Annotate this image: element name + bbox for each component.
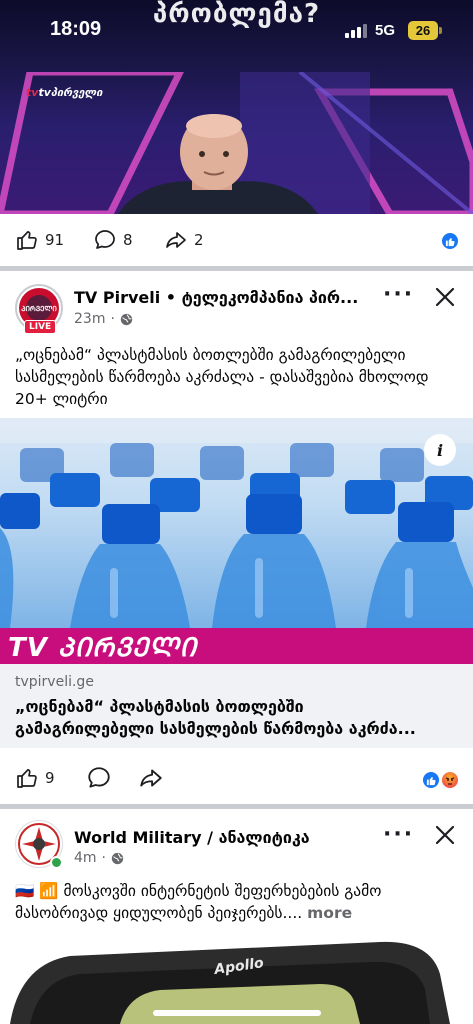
share-count: 2 xyxy=(194,231,204,249)
post-text[interactable]: 🇷🇺 📶 მოსკოვში ინტერნეტის შეფერხებების გა… xyxy=(15,880,460,924)
post-text-line-1: 🇷🇺 📶 მოსკოვში ინტერნეტის შეფერხებების გა… xyxy=(15,882,382,900)
signal-icon xyxy=(345,24,367,38)
comment-icon xyxy=(88,767,110,788)
live-badge: LIVE xyxy=(24,320,57,334)
thumbs-up-icon xyxy=(17,231,37,250)
ad-info-button[interactable]: i xyxy=(424,434,456,466)
post-time[interactable]: 4m xyxy=(74,850,97,866)
channel-watermark: tvtvპირველი xyxy=(26,86,103,99)
globe-icon xyxy=(111,852,124,864)
previous-post-action-bar: 91 8 2 xyxy=(0,214,473,266)
link-domain: tvpirveli.ge xyxy=(15,674,94,690)
link-preview[interactable]: tvpirveli.ge „ოცნებამ“ პლასტმასის ბოთლებ… xyxy=(0,664,473,748)
link-preview-image[interactable] xyxy=(0,418,473,628)
water-bottles-image xyxy=(0,418,473,628)
thumbs-up-icon xyxy=(17,769,37,788)
comment-button[interactable]: 8 xyxy=(93,228,133,252)
brand-band: TV ᲞᲘᲠᲕᲔᲚᲘ xyxy=(0,628,473,664)
meta-separator: · xyxy=(110,311,115,327)
angry-reaction-icon[interactable] xyxy=(440,770,460,790)
comment-button[interactable] xyxy=(86,765,112,791)
comment-icon xyxy=(95,230,115,249)
battery-tip xyxy=(439,27,442,34)
share-button[interactable] xyxy=(138,765,164,791)
clock: 18:09 xyxy=(50,18,102,40)
post-meta: 23m · xyxy=(74,311,133,327)
like-button[interactable]: 91 xyxy=(15,228,64,252)
globe-icon xyxy=(120,313,133,325)
share-button[interactable]: 2 xyxy=(164,228,204,252)
post-action-bar: 9 xyxy=(0,752,473,804)
more-options-button[interactable]: ··· xyxy=(383,282,414,307)
comment-count: 8 xyxy=(123,231,133,249)
online-status-dot xyxy=(50,856,63,869)
like-button[interactable]: 9 xyxy=(15,766,55,790)
meta-separator: · xyxy=(101,850,106,866)
previous-post-media[interactable]: პრობლემა? tvtvპირველი 18:09 5G 26 xyxy=(0,0,473,214)
link-title: „ოცნებამ“ პლასტმასის ბოთლებში გამაგრილებ… xyxy=(15,697,416,738)
share-icon xyxy=(140,769,162,787)
post-text-line-2: მასობრივად ყიდულობენ პეიჯერებს.... more xyxy=(15,904,353,922)
feed-divider xyxy=(0,804,473,809)
battery-icon: 26 xyxy=(408,21,438,40)
like-count: 9 xyxy=(45,769,55,787)
post-header: World Military / ანალიტიკა 4m · ··· xyxy=(0,818,473,882)
svg-text:ᲞᲘᲠᲕᲔᲚᲘ: ᲞᲘᲠᲕᲔᲚᲘ xyxy=(21,305,57,313)
like-count: 91 xyxy=(45,231,65,249)
see-more-link[interactable]: more xyxy=(307,904,352,922)
feed-divider xyxy=(0,266,473,271)
presenter-image xyxy=(118,114,318,214)
page-name[interactable]: TV Pirveli • ტელეკომპანია პირ... xyxy=(74,288,358,307)
post-header: ᲞᲘᲠᲕᲔᲚᲘ LIVE TV Pirveli • ტელეკომპანია პ… xyxy=(0,280,473,344)
like-reaction-icon[interactable] xyxy=(421,770,441,790)
home-indicator xyxy=(153,1010,321,1016)
status-bar: 18:09 5G 26 xyxy=(0,0,473,64)
network-type: 5G xyxy=(375,22,396,39)
more-options-button[interactable]: ··· xyxy=(383,822,414,847)
post-meta: 4m · xyxy=(74,850,124,866)
close-icon[interactable] xyxy=(434,286,456,308)
tv-studio-frame: tvtvპირველი xyxy=(0,72,473,214)
like-reaction-icon[interactable] xyxy=(440,231,460,251)
close-icon[interactable] xyxy=(434,824,456,846)
post-text[interactable]: „ოცნებამ“ პლასტმასის ბოთლებში გამაგრილებ… xyxy=(15,344,460,410)
page-name[interactable]: World Military / ანალიტიკა xyxy=(74,828,310,847)
post-time[interactable]: 23m xyxy=(74,311,105,327)
share-icon xyxy=(166,232,186,248)
